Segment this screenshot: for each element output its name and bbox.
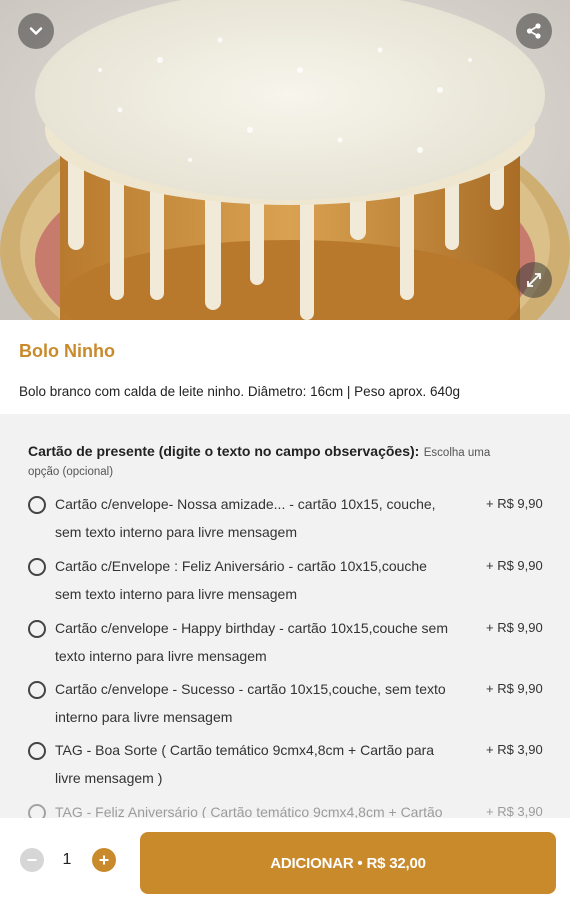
option-item[interactable]: TAG - Boa Sorte ( Cartão temático 9cmx4,… <box>0 736 570 796</box>
option-price: + R$ 3,90 <box>486 742 543 757</box>
minus-icon <box>27 859 37 861</box>
option-label[interactable]: Cartão c/envelope- Nossa amizade... - ca… <box>55 490 480 546</box>
option-price: + R$ 3,90 <box>486 804 543 818</box>
radio-button[interactable] <box>28 496 46 514</box>
option-label-line: sem texto interno para livre mensagem <box>55 524 297 540</box>
option-label[interactable]: Cartão c/envelope - Happy birthday - car… <box>55 614 480 670</box>
option-item[interactable]: Cartão c/envelope- Nossa amizade... - ca… <box>0 490 570 550</box>
radio-button[interactable] <box>28 681 46 699</box>
decrease-quantity-button[interactable] <box>20 848 44 872</box>
option-price: + R$ 9,90 <box>486 681 543 696</box>
expand-icon <box>527 273 541 287</box>
radio-button[interactable] <box>28 742 46 760</box>
option-label[interactable]: Cartão c/envelope - Sucesso - cartão 10x… <box>55 675 480 731</box>
share-button[interactable] <box>516 13 552 49</box>
radio-button[interactable] <box>28 804 46 818</box>
option-label[interactable]: Cartão c/Envelope : Feliz Aniversário - … <box>55 552 480 608</box>
product-description: Bolo branco com calda de leite ninho. Di… <box>19 384 461 399</box>
option-label-line: texto interno para livre mensagem <box>55 648 267 664</box>
option-label-line: livre mensagem ) <box>55 770 163 786</box>
option-group-header: Cartão de presente (digite o texto no ca… <box>28 442 528 482</box>
option-label-line: Cartão c/envelope - Happy birthday - car… <box>55 620 448 636</box>
add-to-cart-button[interactable]: ADICIONAR • R$ 32,00 <box>140 832 556 894</box>
option-group-hint-optional: opção (opcional) <box>28 466 114 478</box>
option-price: + R$ 9,90 <box>486 496 543 511</box>
option-label[interactable]: TAG - Feliz Aniversário ( Cartão temátic… <box>55 798 480 818</box>
chevron-down-icon <box>29 27 43 35</box>
radio-button[interactable] <box>28 620 46 638</box>
option-label-line: sem texto interno para livre mensagem <box>55 586 297 602</box>
option-item[interactable]: Cartão c/Envelope : Feliz Aniversário - … <box>0 552 570 612</box>
option-group-title: Cartão de presente (digite o texto no ca… <box>28 443 420 459</box>
cake-illustration <box>0 0 570 320</box>
option-label-line: interno para livre mensagem <box>55 709 233 725</box>
option-item[interactable]: Cartão c/envelope - Happy birthday - car… <box>0 614 570 674</box>
option-group-hint: Escolha uma <box>423 447 491 459</box>
plus-icon <box>99 855 109 865</box>
radio-button[interactable] <box>28 558 46 576</box>
share-icon <box>526 23 541 39</box>
increase-quantity-button[interactable] <box>92 848 116 872</box>
option-price: + R$ 9,90 <box>486 558 543 573</box>
option-item[interactable]: Cartão c/envelope - Sucesso - cartão 10x… <box>0 675 570 735</box>
option-price: + R$ 9,90 <box>486 620 543 635</box>
product-image <box>0 0 570 320</box>
gift-card-options: Cartão de presente (digite o texto no ca… <box>0 414 570 818</box>
option-item[interactable]: TAG - Feliz Aniversário ( Cartão temátic… <box>0 798 570 818</box>
option-label-line: Cartão c/envelope - Sucesso - cartão 10x… <box>55 681 446 697</box>
product-title: Bolo Ninho <box>19 341 115 361</box>
expand-image-button[interactable] <box>516 262 552 298</box>
quantity-value: 1 <box>62 851 72 868</box>
back-button[interactable] <box>18 13 54 49</box>
option-label[interactable]: TAG - Boa Sorte ( Cartão temático 9cmx4,… <box>55 736 480 792</box>
option-label-line: Cartão c/envelope- Nossa amizade... - ca… <box>55 496 436 512</box>
add-to-cart-bar: 1 ADICIONAR • R$ 32,00 <box>0 818 570 900</box>
option-label-line: Cartão c/Envelope : Feliz Aniversário - … <box>55 558 427 574</box>
option-label-line: TAG - Feliz Aniversário ( Cartão temátic… <box>55 804 443 818</box>
option-label-line: TAG - Boa Sorte ( Cartão temático 9cmx4,… <box>55 742 435 758</box>
